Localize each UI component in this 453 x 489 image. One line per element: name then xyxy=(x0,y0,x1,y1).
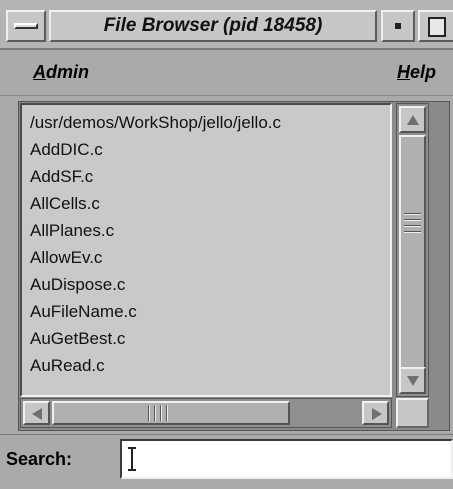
menu-admin-label: dmin xyxy=(46,62,89,82)
menu-admin[interactable]: Admin xyxy=(33,62,89,83)
list-item[interactable]: AuRead.c xyxy=(30,353,105,379)
grip-line xyxy=(404,225,421,226)
grip-line xyxy=(148,405,149,421)
horizontal-scrollbar[interactable] xyxy=(20,398,392,428)
grip-line xyxy=(160,405,161,421)
scroll-left-button[interactable] xyxy=(23,401,50,425)
scroll-up-button[interactable] xyxy=(399,106,426,133)
horizontal-scroll-thumb[interactable] xyxy=(52,401,290,425)
list-item[interactable]: AllowEv.c xyxy=(30,245,102,271)
list-item[interactable]: AuGetBest.c xyxy=(30,326,125,352)
list-item[interactable]: AddSF.c xyxy=(30,164,93,190)
title-bar[interactable]: File Browser (pid 18458) xyxy=(0,0,453,50)
grip-line xyxy=(154,405,155,421)
list-item[interactable]: AuDispose.c xyxy=(30,272,125,298)
file-list[interactable]: /usr/demos/WorkShop/jello/jello.c AddDIC… xyxy=(20,103,392,397)
arrow-right-icon xyxy=(372,408,382,420)
window-menu-button[interactable] xyxy=(6,10,46,42)
scroll-down-button[interactable] xyxy=(399,367,426,394)
list-item[interactable]: AuFileName.c xyxy=(30,299,137,325)
search-bar: Search: xyxy=(0,434,453,489)
menu-help-mnemonic: H xyxy=(397,62,410,82)
window-title: File Browser (pid 18458) xyxy=(103,15,323,36)
window-menu-icon xyxy=(14,23,38,29)
arrow-left-icon xyxy=(32,408,42,420)
vertical-scrollbar[interactable] xyxy=(396,103,429,397)
maximize-button[interactable] xyxy=(418,10,453,42)
window-title-area[interactable]: File Browser (pid 18458) xyxy=(49,10,377,42)
list-item[interactable]: /usr/demos/WorkShop/jello/jello.c xyxy=(30,110,281,136)
arrow-down-icon xyxy=(407,376,419,386)
minimize-icon xyxy=(395,23,401,29)
search-input[interactable] xyxy=(120,439,453,479)
menu-help[interactable]: Help xyxy=(397,62,436,83)
list-item[interactable]: AllPlanes.c xyxy=(30,218,114,244)
grip-line xyxy=(404,219,421,220)
grip-line xyxy=(404,231,421,232)
scrollbar-corner xyxy=(396,398,429,428)
minimize-button[interactable] xyxy=(381,10,415,42)
list-item[interactable]: AddDIC.c xyxy=(30,137,103,163)
menu-admin-mnemonic: A xyxy=(33,62,46,82)
search-label: Search: xyxy=(6,449,73,469)
grip-line xyxy=(166,405,167,421)
file-browser-window: File Browser (pid 18458) Admin Help /usr… xyxy=(0,0,453,489)
menu-bar: Admin Help xyxy=(0,52,453,96)
menu-help-label: elp xyxy=(410,62,437,82)
scroll-right-button[interactable] xyxy=(362,401,389,425)
vertical-scroll-thumb[interactable] xyxy=(399,135,426,369)
arrow-up-icon xyxy=(407,115,419,125)
list-item[interactable]: AllCells.c xyxy=(30,191,100,217)
grip-line xyxy=(404,213,421,214)
maximize-icon xyxy=(428,17,446,37)
